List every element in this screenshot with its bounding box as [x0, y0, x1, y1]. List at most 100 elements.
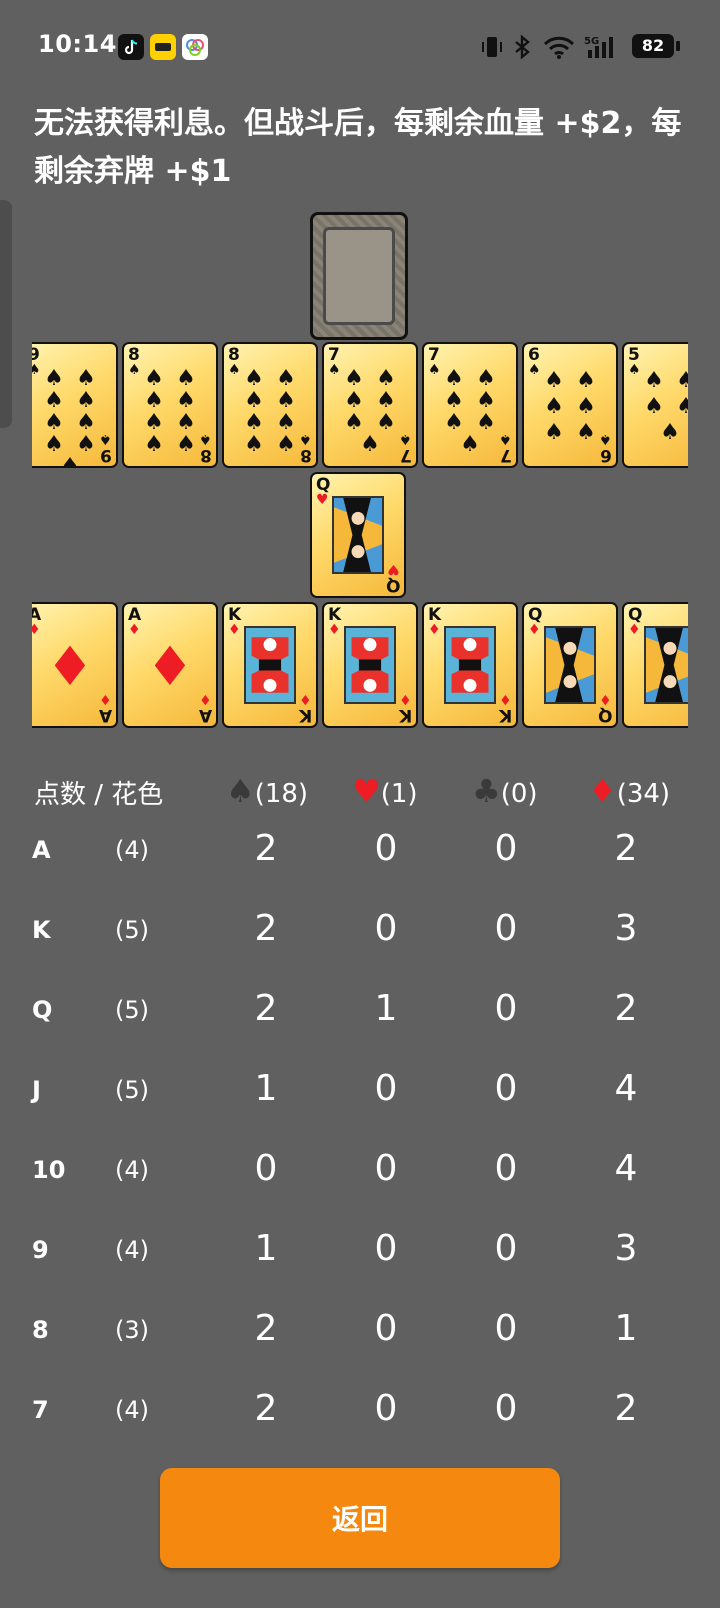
- svg-text:5G: 5G: [584, 36, 599, 47]
- playing-card[interactable]: Q♦♦Q: [522, 602, 618, 728]
- suit-count-cell: 0: [374, 1148, 398, 1189]
- meituan-icon: [150, 34, 176, 60]
- heart-icon: ♥: [352, 772, 381, 810]
- suit-count-cell: 2: [254, 908, 278, 949]
- row-total: (3): [115, 1316, 149, 1344]
- suit-count-cell: 1: [374, 988, 398, 1029]
- suit-count-cell: 0: [494, 988, 518, 1029]
- diamond-icon: ♦: [145, 635, 195, 698]
- queen-face-art: [332, 496, 384, 574]
- queen-face-art: [644, 626, 688, 704]
- selected-card[interactable]: Q ♥ ♥ Q: [310, 472, 406, 598]
- table-row: Q (5) 2 1 0 2: [0, 982, 720, 1042]
- suit-count-cell: 0: [374, 1308, 398, 1349]
- diamond-icon: ♦: [128, 622, 141, 638]
- playing-card[interactable]: K ♦ ♦ K: [322, 602, 418, 728]
- suit-count-cell: 0: [494, 1228, 518, 1269]
- card-pips: ♠ ♠ ♠ ♠ ♠ ♠ ♠ ♠: [244, 366, 296, 457]
- suit-count-cell: 0: [494, 1388, 518, 1429]
- spade-icon: ♠: [299, 431, 312, 447]
- draw-pile[interactable]: [310, 212, 408, 340]
- table-row: 9 (4) 1 0 0 3: [0, 1222, 720, 1282]
- playing-card[interactable]: K ♦ ♦ K: [422, 602, 518, 728]
- suit-count-cell: 4: [614, 1148, 638, 1189]
- suit-count-cell: 1: [254, 1068, 278, 1109]
- spade-icon: ♠: [199, 431, 212, 447]
- heart-icon: ♥: [316, 492, 329, 508]
- spade-column-header: ♠(18): [226, 772, 309, 810]
- playing-card[interactable]: Q♦♦Q: [622, 602, 688, 728]
- playing-card[interactable]: 7 ♠ ♠ ♠ ♠ ♠ ♠ ♠ ♠ ♠ 7: [322, 342, 418, 468]
- suit-count-cell: 0: [374, 908, 398, 949]
- diamond-icon: ♦: [399, 691, 412, 707]
- card-pips: ♠ ♠ ♠ ♠ ♠ ♠ ♠: [444, 366, 496, 457]
- king-face-art: [244, 626, 296, 704]
- king-face-art: [344, 626, 396, 704]
- diamond-icon: ♦: [228, 622, 241, 638]
- card-pips: ♠ ♠ ♠ ♠ ♠ ♠ ♠ ♠: [144, 366, 196, 457]
- table-row: A (4) 2 0 0 2: [0, 822, 720, 882]
- diamond-icon: ♦: [599, 691, 612, 707]
- bluetooth-icon: [512, 34, 532, 60]
- playing-card[interactable]: A♦♦♦A: [122, 602, 218, 728]
- suit-count-cell: 3: [614, 908, 638, 949]
- suit-count-cell: 0: [374, 1068, 398, 1109]
- diamond-icon: ♦: [499, 691, 512, 707]
- diamond-icon: ♦: [45, 635, 95, 698]
- suit-count-cell: 1: [614, 1308, 638, 1349]
- card-pips: ♠ ♠ ♠ ♠ ♠ ♠ ♠: [344, 366, 396, 457]
- suit-count-cell: 2: [614, 1388, 638, 1429]
- card-back-pattern: [323, 227, 395, 325]
- back-button[interactable]: 返回: [160, 1468, 560, 1568]
- diamond-column-header: ♦(34): [588, 772, 671, 810]
- hand-cards-row: A♦♦♦AA♦♦♦AK♦♦KK♦♦KK♦♦KQ♦♦QQ♦♦Q: [32, 602, 688, 732]
- suit-count-cell: 4: [614, 1068, 638, 1109]
- suit-count-cell: 2: [254, 1388, 278, 1429]
- diamond-icon: ♦: [428, 622, 441, 638]
- suit-count-cell: 0: [374, 1388, 398, 1429]
- card-rank: A: [198, 705, 212, 725]
- side-drawer-handle[interactable]: [0, 200, 12, 428]
- suit-count-cell: 2: [614, 988, 638, 1029]
- table-header: 点数 / 花色 ♠(18) ♥(1) ♣(0) ♦(34): [0, 770, 720, 814]
- battery-indicator: 82: [632, 34, 674, 58]
- row-rank: 10: [32, 1156, 66, 1184]
- suit-count-cell: 2: [254, 1308, 278, 1349]
- row-rank: 8: [32, 1316, 49, 1344]
- playing-card[interactable]: 5♠♠♠♠♠♠♠5: [622, 342, 688, 468]
- suit-count-cell: 0: [374, 1228, 398, 1269]
- row-rank: J: [32, 1076, 41, 1104]
- row-total: (4): [115, 836, 149, 864]
- playing-card[interactable]: 7 ♠ ♠ ♠ ♠ ♠ ♠ ♠ ♠ ♠ 7: [422, 342, 518, 468]
- diamond-icon: ♦: [299, 691, 312, 707]
- row-total: (5): [115, 1076, 149, 1104]
- card-pips: ♠ ♠ ♠ ♠ ♠ ♠ ♠ ♠ ♠: [44, 366, 96, 468]
- suit-count-cell: 0: [494, 908, 518, 949]
- card-rank: Q: [597, 705, 612, 725]
- heart-column-header: ♥(1): [352, 772, 418, 810]
- king-face-art: [444, 626, 496, 704]
- row-total: (4): [115, 1396, 149, 1424]
- card-pips: ♠♠♠♠♠: [644, 368, 688, 445]
- card-rank: K: [298, 705, 312, 725]
- card-rank: Q: [385, 575, 400, 595]
- row-rank: Q: [32, 996, 53, 1024]
- playing-card[interactable]: 8 ♠ ♠ ♠ ♠ ♠ ♠ ♠ ♠ ♠ ♠ 8: [222, 342, 318, 468]
- playing-card[interactable]: 6 ♠ ♠ ♠ ♠ ♠ ♠ ♠ ♠ 6: [522, 342, 618, 468]
- diamond-icon: ♦: [328, 622, 341, 638]
- playing-card[interactable]: 9♠♠♠♠♠♠♠♠♠♠♠9: [32, 342, 118, 468]
- diamond-icon: ♦: [628, 622, 641, 638]
- club-column-header: ♣(0): [472, 772, 538, 810]
- playing-card[interactable]: A♦♦♦A: [32, 602, 118, 728]
- club-icon: ♣: [472, 772, 501, 810]
- suit-count-cell: 2: [254, 988, 278, 1029]
- playing-card[interactable]: 8 ♠ ♠ ♠ ♠ ♠ ♠ ♠ ♠ ♠ ♠ 8: [122, 342, 218, 468]
- card-rank: 8: [200, 445, 212, 465]
- card-pips: ♠ ♠ ♠ ♠ ♠ ♠: [544, 368, 596, 445]
- suit-count-cell: 2: [254, 828, 278, 869]
- diamond-icon: ♦: [99, 691, 112, 707]
- row-total: (4): [115, 1156, 149, 1184]
- diamond-icon: ♦: [588, 772, 617, 810]
- spade-icon: ♠: [99, 431, 112, 447]
- playing-card[interactable]: K ♦ ♦ K: [222, 602, 318, 728]
